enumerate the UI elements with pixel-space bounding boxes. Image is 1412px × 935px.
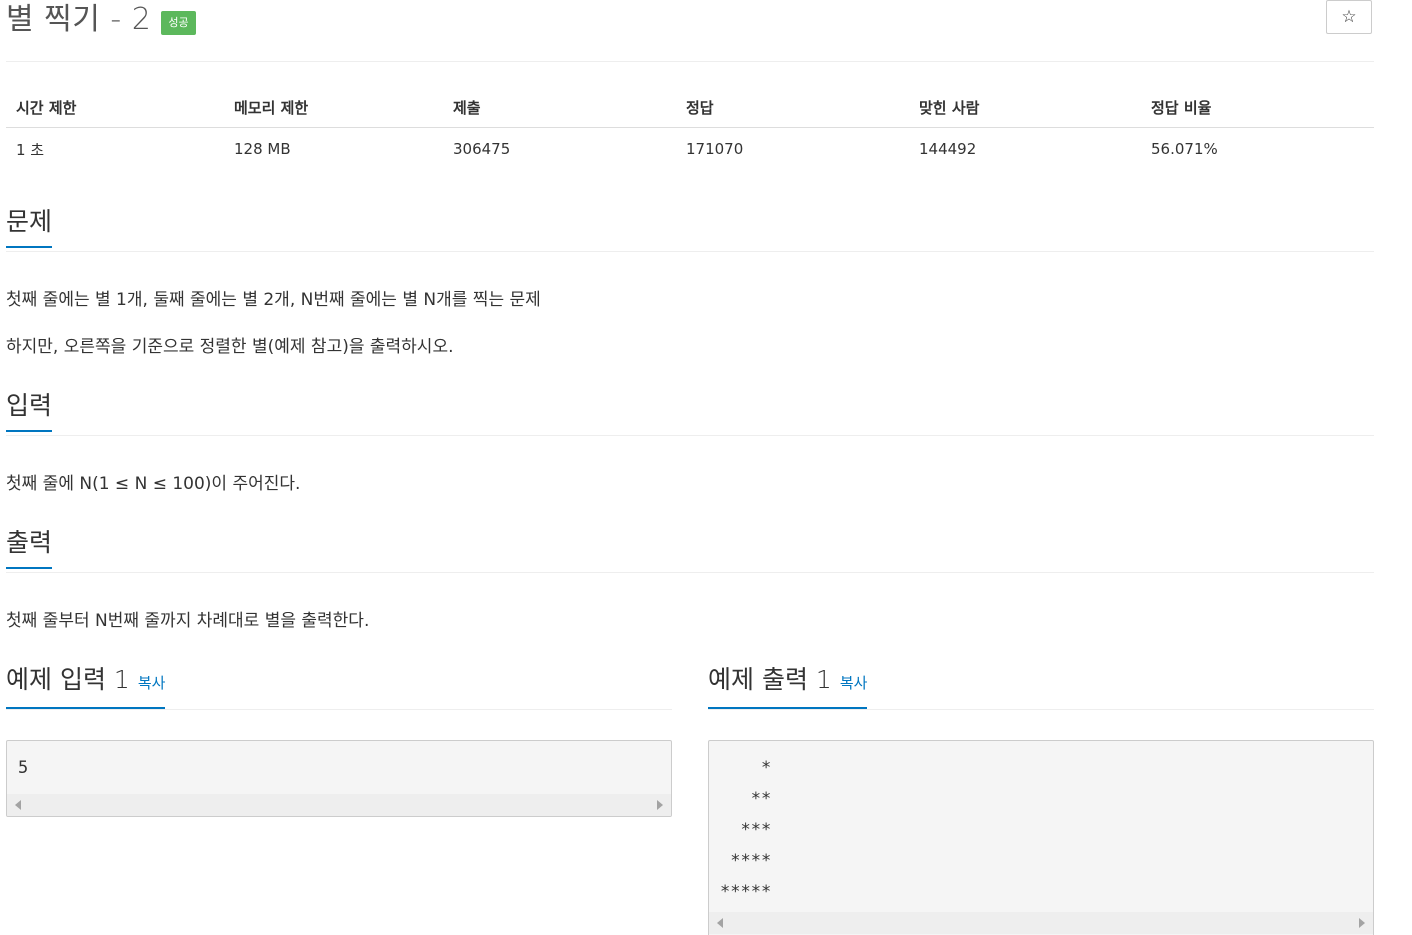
output-section-header: 출력 xyxy=(6,527,1374,573)
sample-input-title: 예제 입력 1 xyxy=(6,665,130,694)
sample-input-box[interactable]: 5 xyxy=(6,740,672,817)
status-badge: 성공 xyxy=(161,11,196,35)
value-memory-limit: 128 MB xyxy=(234,140,291,158)
problem-description-line-1: 첫째 줄에는 별 1개, 둘째 줄에는 별 2개, N번째 줄에는 별 N개를 … xyxy=(6,290,541,310)
problem-section-title: 문제 xyxy=(6,206,53,248)
header-submissions: 제출 xyxy=(443,87,676,128)
input-section-title: 입력 xyxy=(6,390,53,432)
value-solved-users: 144492 xyxy=(919,140,977,158)
scroll-left-icon[interactable] xyxy=(717,918,723,928)
problem-info-table: 시간 제한 메모리 제한 제출 정답 맞힌 사람 정답 비율 1 초 128 M… xyxy=(6,87,1374,170)
header-accepted: 정답 xyxy=(676,87,909,128)
star-button[interactable]: ☆ xyxy=(1326,0,1372,34)
problem-page: 별 찍기 - 2 성공 ☆ 시간 제한 메모리 제한 제출 정답 맞힌 사람 정… xyxy=(0,0,1412,935)
value-submissions: 306475 xyxy=(453,140,511,158)
sample-input-content: 5 xyxy=(18,758,29,778)
section-divider xyxy=(6,251,1374,252)
input-section-header: 입력 xyxy=(6,390,1374,436)
problem-section-header: 문제 xyxy=(6,206,1374,252)
copy-sample-output-link[interactable]: 복사 xyxy=(840,674,868,692)
scroll-right-icon[interactable] xyxy=(1359,918,1365,928)
section-divider xyxy=(6,709,672,710)
header-time-limit: 시간 제한 xyxy=(6,87,224,128)
scroll-left-icon[interactable] xyxy=(15,800,21,810)
value-accept-ratio: 56.071% xyxy=(1151,140,1218,158)
sample-input-header: 예제 입력 1 복사 xyxy=(6,664,672,710)
header-solved-users: 맞힌 사람 xyxy=(909,87,1141,128)
star-icon: ☆ xyxy=(1341,7,1357,27)
horizontal-scrollbar[interactable] xyxy=(7,794,671,816)
info-header-row: 시간 제한 메모리 제한 제출 정답 맞힌 사람 정답 비율 xyxy=(6,87,1374,128)
title-row: 별 찍기 - 2 성공 xyxy=(6,0,196,40)
section-divider xyxy=(6,435,1374,436)
section-divider xyxy=(6,572,1374,573)
sample-output-box[interactable]: * ** *** **** ***** xyxy=(708,740,1374,935)
problem-description-line-2: 하지만, 오른쪽을 기준으로 정렬한 별(예제 참고)을 출력하시오. xyxy=(6,337,454,357)
scroll-right-icon[interactable] xyxy=(657,800,663,810)
problem-title: 별 찍기 - 2 xyxy=(6,2,152,37)
header-accept-ratio: 정답 비율 xyxy=(1141,87,1374,128)
sample-input-title-wrap: 예제 입력 1 복사 xyxy=(6,664,166,709)
info-value-row: 1 초 128 MB 306475 171070 144492 56.071% xyxy=(6,128,1374,171)
header-memory-limit: 메모리 제한 xyxy=(224,87,443,128)
value-time-limit: 1 초 xyxy=(16,140,45,159)
copy-sample-input-link[interactable]: 복사 xyxy=(138,674,166,692)
output-description: 첫째 줄부터 N번째 줄까지 차례대로 별을 출력한다. xyxy=(6,611,370,631)
title-divider xyxy=(6,61,1374,62)
output-section-title: 출력 xyxy=(6,527,53,569)
sample-output-header: 예제 출력 1 복사 xyxy=(708,664,1374,710)
sample-output-content: * ** *** **** ***** xyxy=(720,758,772,902)
value-accepted: 171070 xyxy=(686,140,744,158)
sample-output-title-wrap: 예제 출력 1 복사 xyxy=(708,664,868,709)
horizontal-scrollbar[interactable] xyxy=(709,912,1373,934)
section-divider xyxy=(708,709,1374,710)
input-description: 첫째 줄에 N(1 ≤ N ≤ 100)이 주어진다. xyxy=(6,474,301,494)
sample-output-title: 예제 출력 1 xyxy=(708,665,832,694)
